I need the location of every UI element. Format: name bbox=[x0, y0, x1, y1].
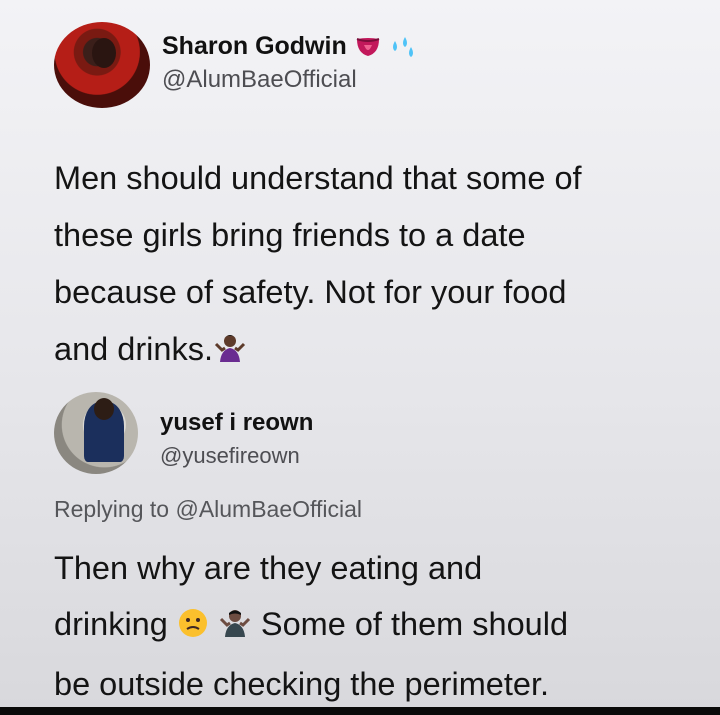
tweet-text-line: these girls bring friends to a date bbox=[54, 217, 526, 253]
tweet-text-line: because of safety. Not for your food bbox=[54, 274, 567, 310]
tongue-face-icon bbox=[355, 35, 381, 59]
replying-prefix: Replying to bbox=[54, 496, 170, 522]
reply-author-handle[interactable]: @yusefireown bbox=[160, 443, 300, 469]
tweet-text-line: Men should understand that some of bbox=[54, 160, 582, 196]
sweat-droplets-icon bbox=[389, 35, 419, 59]
avatar-face bbox=[92, 38, 116, 68]
confused-face-icon bbox=[177, 600, 209, 656]
avatar-head bbox=[94, 398, 114, 420]
reply-text-fragment: Some of them should bbox=[260, 606, 569, 642]
author-name-row[interactable]: Sharon Godwin bbox=[162, 32, 419, 61]
reply-author-name[interactable]: yusef i reown bbox=[160, 409, 313, 437]
tweet-text-line-last: and drinks. bbox=[54, 321, 674, 382]
author-avatar[interactable] bbox=[54, 22, 150, 108]
reply-text: Then why are they eating and drinking So… bbox=[54, 540, 694, 712]
tweet-text-line: and drinks. bbox=[54, 331, 213, 367]
reply-text-line: be outside checking the perimeter. bbox=[54, 666, 550, 702]
man-shrugging-icon bbox=[218, 600, 252, 656]
bottom-bar bbox=[0, 707, 720, 715]
replying-to-line: Replying to @AlumBaeOfficial bbox=[54, 496, 362, 523]
author-handle[interactable]: @AlumBaeOfficial bbox=[162, 66, 357, 94]
replying-to-mention[interactable]: @AlumBaeOfficial bbox=[175, 496, 362, 522]
reply-text-line: Then why are they eating and bbox=[54, 550, 483, 586]
author-name[interactable]: Sharon Godwin bbox=[162, 32, 347, 61]
reply-text-line-mixed: drinking Some of them should bbox=[54, 596, 694, 656]
reply-author-avatar[interactable] bbox=[54, 392, 138, 474]
woman-shrugging-icon bbox=[213, 325, 247, 382]
tweet-text: Men should understand that some of these… bbox=[54, 150, 674, 382]
reply-text-fragment: drinking bbox=[54, 606, 168, 642]
